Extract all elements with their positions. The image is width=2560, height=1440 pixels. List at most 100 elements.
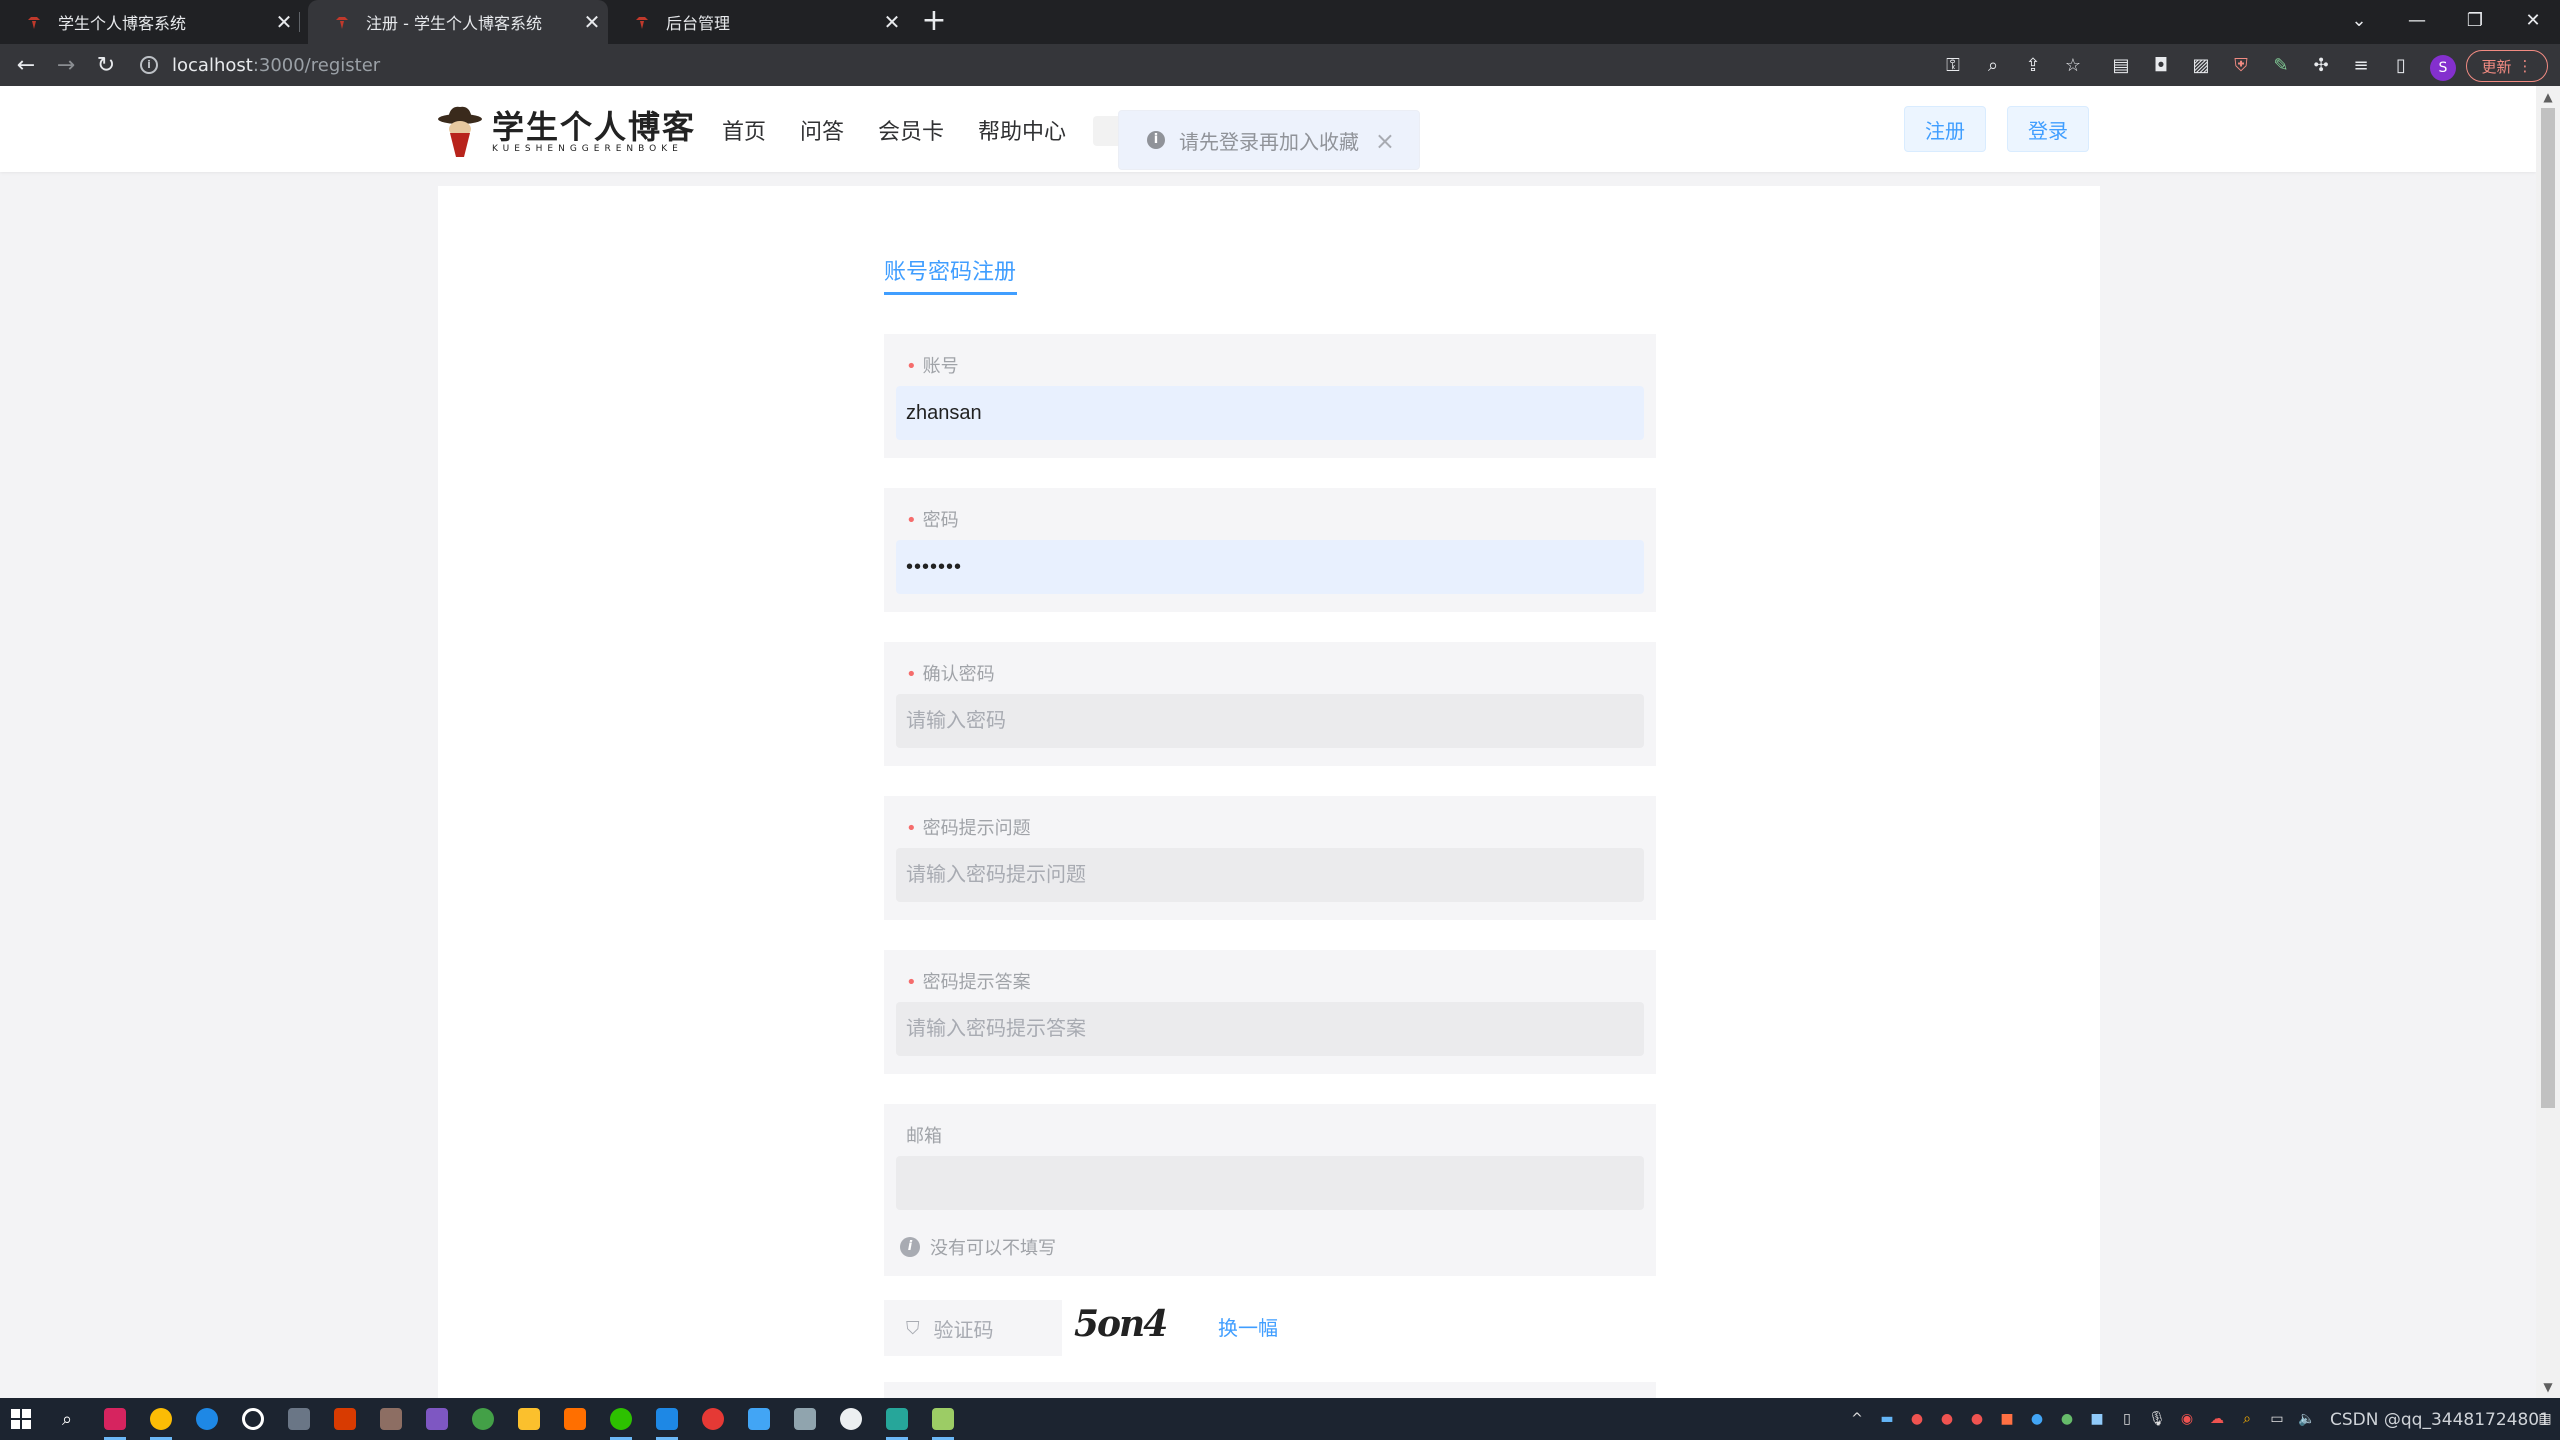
browser-tab-home[interactable]: 学生个人博客系统 ✕ — [0, 0, 300, 44]
password-input[interactable] — [896, 540, 1644, 594]
profile-avatar[interactable]: S — [2430, 55, 2456, 81]
file-explorer-icon[interactable] — [514, 1404, 544, 1434]
extension-shield-icon[interactable]: ⛨ — [2230, 54, 2252, 76]
extension-translate-icon[interactable]: ▤ — [2110, 54, 2132, 76]
zoom-icon[interactable]: ⌕ — [1982, 54, 2004, 76]
browser-toolbar: ← → ↻ i localhost :3000/register ⚿ ⌕ ⇪ ☆… — [0, 44, 2560, 86]
extension-camera-icon[interactable]: ◘ — [2150, 54, 2172, 76]
browser-tab-admin[interactable]: 后台管理 ✕ — [608, 0, 908, 44]
forward-icon[interactable]: → — [50, 49, 82, 81]
bookmark-star-icon[interactable]: ☆ — [2062, 54, 2084, 76]
tray-cloud-icon[interactable]: ☁ — [2206, 1406, 2228, 1432]
network-app-icon[interactable] — [882, 1404, 912, 1440]
update-button[interactable]: 更新 ⋮ — [2466, 50, 2548, 82]
menu-item-help[interactable]: 帮助中心 — [978, 114, 1066, 146]
tray-expand-icon[interactable]: ^ — [1846, 1406, 1868, 1432]
password-label: • 密码 — [906, 510, 959, 531]
notification-icon[interactable]: ▤ — [2534, 1406, 2556, 1432]
browser-tab-register[interactable]: 注册 - 学生个人博客系统 ✕ — [308, 0, 608, 44]
wechat-app-icon[interactable] — [606, 1404, 636, 1440]
windows-start-icon[interactable] — [6, 1404, 36, 1434]
tray-qq-icon[interactable]: ● — [1966, 1406, 1988, 1432]
password-question-input[interactable] — [896, 848, 1644, 902]
tray-app-icon[interactable]: ■ — [1996, 1406, 2018, 1432]
side-panel-icon[interactable]: ▯ — [2390, 54, 2412, 76]
close-tab-icon[interactable]: ✕ — [576, 10, 608, 34]
captcha-image[interactable]: 5on4 — [1074, 1298, 1194, 1350]
account-input[interactable] — [896, 386, 1644, 440]
password-question-form-item: • 密码提示问题 — [884, 796, 1656, 920]
toast-message: i 请先登录再加入收藏 × — [1118, 110, 1420, 170]
tray-app-icon[interactable]: ▬ — [1876, 1406, 1898, 1432]
tray-network-icon[interactable]: ▭ — [2266, 1406, 2288, 1432]
close-tab-icon[interactable]: ✕ — [268, 10, 300, 34]
screen-record-icon[interactable] — [698, 1404, 728, 1434]
notepad-app-icon[interactable] — [928, 1404, 958, 1440]
record-app-icon[interactable] — [238, 1404, 268, 1434]
menu-item-qa[interactable]: 问答 — [800, 114, 844, 146]
restore-button[interactable]: ❐ — [2446, 0, 2504, 40]
edge-app-icon[interactable] — [192, 1404, 222, 1434]
chrome-app-icon[interactable] — [146, 1404, 176, 1440]
office-app-icon[interactable] — [330, 1404, 360, 1434]
appstore-app-icon[interactable] — [744, 1404, 774, 1434]
logo-subtext: KUESHENGGERENBOKE — [492, 144, 683, 154]
tray-mic-icon[interactable]: 🎙 — [2146, 1406, 2168, 1432]
site-info-icon[interactable]: i — [140, 56, 158, 74]
scroll-down-icon[interactable]: ▼ — [2542, 1380, 2554, 1394]
back-icon[interactable]: ← — [10, 49, 42, 81]
password-key-icon[interactable]: ⚿ — [1942, 54, 1964, 76]
tray-wechat-icon[interactable]: ● — [2056, 1406, 2078, 1432]
close-window-button[interactable]: ✕ — [2504, 0, 2560, 40]
media-app-icon[interactable] — [284, 1404, 314, 1434]
email-input[interactable] — [896, 1156, 1644, 1210]
search-icon[interactable]: ⌕ — [52, 1404, 82, 1434]
reading-list-icon[interactable]: ≡ — [2350, 54, 2372, 76]
tray-search-icon[interactable]: ⌕ — [2236, 1406, 2258, 1432]
menu-item-membership[interactable]: 会员卡 — [878, 114, 944, 146]
close-tab-icon[interactable]: ✕ — [876, 10, 908, 34]
paint-app-icon[interactable] — [422, 1404, 452, 1434]
captcha-image-text: 5on4 — [1074, 1303, 1168, 1345]
ide-app-icon[interactable] — [100, 1404, 130, 1440]
extension-leaf-icon[interactable]: ✎ — [2270, 54, 2292, 76]
email-hint-text: 没有可以不填写 — [930, 1238, 1056, 1259]
active-tab-indicator — [884, 292, 1017, 295]
tray-qq-icon[interactable]: ● — [1906, 1406, 1928, 1432]
tray-qq-icon[interactable]: ● — [1936, 1406, 1958, 1432]
share-icon[interactable]: ⇪ — [2022, 54, 2044, 76]
address-bar[interactable]: i localhost :3000/register — [140, 50, 380, 80]
captcha-input[interactable]: ⛉ 验证码 — [884, 1300, 1062, 1356]
menu-item-home[interactable]: 首页 — [722, 114, 766, 146]
new-tab-button[interactable]: + — [918, 6, 950, 38]
tray-app-icon[interactable]: ● — [2026, 1406, 2048, 1432]
password-question-label: • 密码提示问题 — [906, 818, 1031, 839]
remote-app-icon[interactable] — [790, 1404, 820, 1434]
tool-app-icon[interactable] — [376, 1404, 406, 1434]
page-scrollbar[interactable]: ▲ ▼ — [2536, 86, 2560, 1398]
site-logo[interactable]: 学生个人博客 KUESHENGGERENBOKE — [436, 104, 696, 160]
info-icon: i — [900, 1237, 920, 1257]
tray-record-icon[interactable]: ◉ — [2176, 1406, 2198, 1432]
tray-app-icon[interactable]: ■ — [2086, 1406, 2108, 1432]
scroll-up-icon[interactable]: ▲ — [2542, 90, 2554, 104]
tab-search-icon[interactable]: ⌄ — [2330, 0, 2388, 40]
toast-close-icon[interactable]: × — [1375, 127, 1395, 155]
confirm-password-input[interactable] — [896, 694, 1644, 748]
tab-account-register[interactable]: 账号密码注册 — [884, 254, 1016, 286]
tray-volume-icon[interactable]: 🔈 — [2296, 1406, 2318, 1432]
scrollbar-thumb[interactable] — [2541, 108, 2555, 1108]
tray-battery-icon[interactable]: ▯ — [2116, 1406, 2138, 1432]
extension-image-icon[interactable]: ▨ — [2190, 54, 2212, 76]
sync-app-icon[interactable] — [468, 1404, 498, 1434]
sublime-app-icon[interactable] — [560, 1404, 590, 1434]
reload-icon[interactable]: ↻ — [90, 49, 122, 81]
chat-app-icon[interactable] — [836, 1404, 866, 1434]
refresh-captcha-link[interactable]: 换一幅 — [1218, 1312, 1278, 1341]
vscode-app-icon[interactable] — [652, 1404, 682, 1440]
extensions-puzzle-icon[interactable]: ✣ — [2310, 54, 2332, 76]
login-button[interactable]: 登录 — [2007, 106, 2089, 152]
register-button[interactable]: 注册 — [1904, 106, 1986, 152]
minimize-button[interactable]: — — [2388, 0, 2446, 40]
password-answer-input[interactable] — [896, 1002, 1644, 1056]
